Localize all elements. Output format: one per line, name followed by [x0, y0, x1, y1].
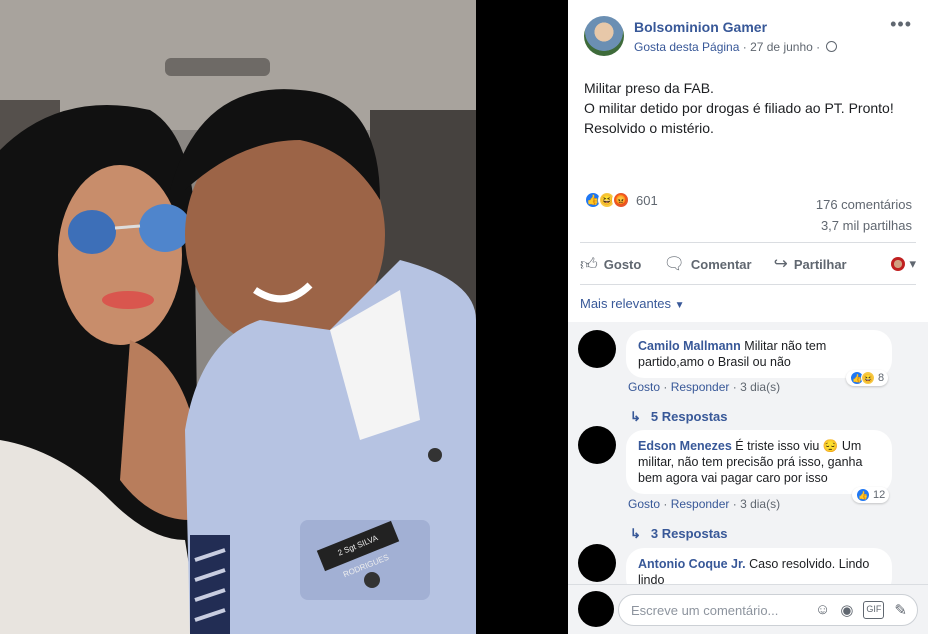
- camera-icon[interactable]: ◉: [840, 601, 853, 619]
- lightbox-gutter: [476, 0, 568, 634]
- comment-like-link[interactable]: Gosto: [628, 497, 660, 511]
- reaction-summary[interactable]: 👍 😆 😡 601: [584, 191, 658, 209]
- comments-list: Camilo Mallmann Militar não tem partido,…: [568, 322, 928, 584]
- comment-like-link[interactable]: Gosto: [628, 380, 660, 394]
- comment-reply-link[interactable]: Responder: [671, 497, 730, 511]
- globe-icon: [826, 41, 838, 52]
- comment-time[interactable]: 3 dia(s): [740, 497, 780, 511]
- commenter-avatar[interactable]: [578, 330, 616, 368]
- post-text-line-1: Militar preso da FAB.: [584, 80, 714, 96]
- share-arrow-icon: ↪: [773, 254, 788, 273]
- current-user-avatar: [578, 591, 614, 627]
- comment-reactions[interactable]: 👍 😆 8: [846, 370, 889, 386]
- commenter-avatar[interactable]: [578, 426, 616, 464]
- comment-bubble: Antonio Coque Jr. Caso resolvido. Lindo …: [626, 548, 892, 584]
- comment-reaction-count: 12: [873, 489, 886, 501]
- divider: [580, 242, 916, 243]
- page-avatar[interactable]: [584, 16, 624, 56]
- post-photo[interactable]: 2 Sgt SILVA RODRIGUES: [0, 0, 476, 634]
- profile-mini-avatar: [891, 257, 906, 271]
- react-as-selector[interactable]: ▾: [891, 256, 916, 272]
- comment-input-tools: ☺ ◉ GIF ✎: [815, 601, 907, 619]
- thumbs-up-icon: 👍︎: [580, 254, 598, 274]
- replies-count: 5 Respostas: [650, 409, 728, 424]
- caret-down-icon: ▼: [674, 300, 685, 311]
- gif-icon[interactable]: GIF: [863, 601, 885, 619]
- comment-reply-link[interactable]: Responder: [671, 380, 730, 394]
- comment-bubble: Edson Menezes É triste isso viu 😔 Um mil…: [626, 430, 892, 494]
- comment-author[interactable]: Edson Menezes: [638, 439, 732, 453]
- meta-separator: ·: [739, 40, 751, 54]
- write-comment-bar: Escreve um comentário... ☺ ◉ GIF ✎: [568, 584, 928, 634]
- divider: [580, 284, 916, 285]
- sticker-icon[interactable]: ✎: [894, 601, 907, 619]
- post-side-panel: Bolsominion Gamer Gosta desta Página · 2…: [568, 0, 928, 634]
- share-button-label: Partilhar: [793, 256, 847, 272]
- like-button[interactable]: 👍︎ Gosto: [580, 254, 641, 275]
- comments-count[interactable]: 176 comentários: [816, 194, 912, 215]
- comment-author[interactable]: Antonio Coque Jr.: [638, 557, 746, 571]
- more-options-icon[interactable]: •••: [890, 14, 912, 35]
- comment-reaction-count: 8: [878, 372, 885, 384]
- view-replies-link[interactable]: ↳ 5 Respostas: [630, 409, 728, 425]
- post-actions: 👍︎ Gosto 🗨︎ Comentar ↪ Partilhar ▾: [580, 247, 916, 281]
- comment-meta: Gosto · Responder · 3 dia(s): [628, 380, 781, 394]
- comment-reactions[interactable]: 👍 12: [852, 487, 890, 503]
- post-date[interactable]: 27 de junho: [750, 40, 813, 54]
- emoji-icon[interactable]: ☺: [815, 601, 830, 619]
- comment-bubble-icon: 🗨︎: [663, 254, 685, 273]
- haha-reaction-icon: 😆: [861, 371, 875, 385]
- replies-count: 3 Respostas: [650, 526, 728, 541]
- post-meta: Gosta desta Página · 27 de junho ·: [634, 40, 838, 54]
- commenter-avatar[interactable]: [578, 544, 616, 582]
- reaction-count[interactable]: 601: [636, 193, 658, 208]
- comment-meta: Gosto · Responder · 3 dia(s): [628, 497, 781, 511]
- post-stats: 176 comentários 3,7 mil partilhas: [816, 194, 912, 236]
- reply-arrow-icon: ↳: [630, 526, 641, 541]
- post-text: Militar preso da FAB. O militar detido p…: [584, 78, 914, 138]
- comment-time[interactable]: 3 dia(s): [740, 380, 780, 394]
- comment-input-placeholder: Escreve um comentário...: [631, 602, 779, 618]
- comment-author[interactable]: Camilo Mallmann: [638, 339, 741, 353]
- meta-separator-2: ·: [812, 40, 824, 54]
- angry-reaction-icon: 😡: [612, 191, 630, 209]
- comment-sort-selector[interactable]: Mais relevantes ▼: [580, 296, 685, 311]
- comment-button[interactable]: 🗨︎ Comentar: [663, 254, 751, 274]
- like-button-label: Gosto: [603, 256, 642, 272]
- comment-input[interactable]: Escreve um comentário... ☺ ◉ GIF ✎: [618, 594, 918, 626]
- share-button[interactable]: ↪ Partilhar: [774, 254, 847, 274]
- like-page-link[interactable]: Gosta desta Página: [634, 40, 739, 54]
- post-text-line-2: O militar detido por drogas é filiado ao…: [584, 100, 894, 116]
- post-text-line-3: Resolvido o mistério.: [584, 120, 714, 136]
- shares-count[interactable]: 3,7 mil partilhas: [816, 215, 912, 236]
- reply-arrow-icon: ↳: [630, 409, 641, 424]
- photo-illustration: [0, 0, 476, 634]
- sort-label: Mais relevantes: [580, 296, 672, 311]
- like-reaction-icon: 👍: [856, 488, 870, 502]
- page-name-link[interactable]: Bolsominion Gamer: [634, 19, 767, 35]
- view-replies-link[interactable]: ↳ 3 Respostas: [630, 526, 728, 542]
- chevron-down-icon: ▾: [909, 256, 916, 271]
- comment-button-label: Comentar: [690, 256, 752, 272]
